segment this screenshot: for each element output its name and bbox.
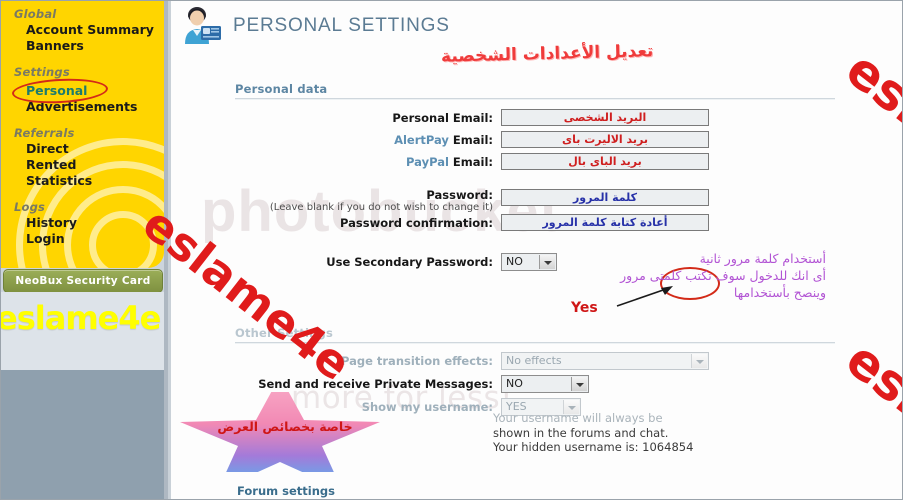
field-row-page-transition: Page transition effects: No effects xyxy=(235,352,855,370)
sidebar-group-logs: Logs History Login xyxy=(0,189,164,247)
password-confirmation-input[interactable]: أعادة كتابة كلمة المرور xyxy=(501,214,709,231)
page-transition-value: No effects xyxy=(506,354,562,367)
page-title: PERSONAL SETTINGS xyxy=(233,15,450,36)
password-hint: (Leave blank if you do not wish to chang… xyxy=(269,202,493,213)
neobux-security-card-button[interactable]: NeoBux Security Card xyxy=(3,269,163,293)
chevron-down-icon[interactable] xyxy=(691,354,707,368)
field-row-personal-email: Personal Email: البريد الشخصى xyxy=(235,109,855,126)
password-confirmation-label: Password confirmation: xyxy=(340,215,493,230)
sidebar-nav-panel: Global Account Summary Banners Settings … xyxy=(0,0,164,268)
sidebar-lower-panel xyxy=(0,292,164,370)
arabic-annotation-line-2: أى انك للدخول سوف تكتب كلمتى مرور xyxy=(620,268,826,283)
sidebar-heading-referrals: Referrals xyxy=(14,126,75,140)
private-messages-label: Send and receive Private Messages: xyxy=(258,377,493,391)
alertpay-email-label-text: Email: xyxy=(448,132,493,147)
field-row-password-confirmation: Password confirmation: أعادة كتابة كلمة … xyxy=(235,214,855,231)
star-arabic-text: خاصة بخصائص العرض xyxy=(217,419,353,434)
username-note-line-1: Your username will always be xyxy=(493,411,663,425)
sidebar: Global Account Summary Banners Settings … xyxy=(0,0,168,500)
sidebar-item-history[interactable]: History xyxy=(14,215,164,231)
password-input[interactable]: كلمة المرور xyxy=(501,189,709,206)
secondary-password-label: Use Secondary Password: xyxy=(326,255,493,269)
alertpay-email-label: AlertPay Email: xyxy=(235,133,501,147)
forum-settings-star-annotation: خاصة بخصائص العرض xyxy=(176,376,384,490)
sidebar-item-advertisements[interactable]: Advertisements xyxy=(14,99,164,115)
sidebar-item-account-summary[interactable]: Account Summary xyxy=(14,22,164,38)
personal-data-section: Personal data Personal Email: البريد الش… xyxy=(235,82,855,271)
yes-annotation: Yes xyxy=(571,300,598,316)
sidebar-heading-logs: Logs xyxy=(14,200,46,214)
main-content: photobucket more for less! PERSONAL SETT… xyxy=(171,0,903,500)
sidebar-group-global: Global Account Summary Banners xyxy=(0,0,164,54)
sidebar-heading-settings: Settings xyxy=(14,65,70,79)
alertpay-service-name: AlertPay xyxy=(394,132,449,147)
private-messages-select[interactable]: NO xyxy=(501,375,589,393)
page-transition-label: Page transition effects: xyxy=(340,354,493,368)
sidebar-item-direct[interactable]: Direct xyxy=(14,141,164,157)
arabic-page-title-annotation: تعديل الأعدادات الشخصية xyxy=(440,41,654,67)
sidebar-group-referrals: Referrals Direct Rented Statistics xyxy=(0,115,164,189)
sidebar-heading-global: Global xyxy=(14,7,57,21)
sidebar-item-rented[interactable]: Rented xyxy=(14,157,164,173)
sidebar-item-login[interactable]: Login xyxy=(14,231,164,247)
personal-email-label: Personal Email: xyxy=(392,110,493,125)
paypal-email-label: PayPal Email: xyxy=(235,155,501,169)
private-messages-value: NO xyxy=(506,377,523,390)
password-label: Password: xyxy=(426,188,493,202)
sidebar-footer-panel xyxy=(0,370,168,500)
section-divider xyxy=(235,98,835,100)
arabic-annotation-line-1: أستخدام كلمة مرور ثانية xyxy=(699,251,826,266)
sidebar-item-statistics[interactable]: Statistics xyxy=(14,173,164,189)
field-row-password: Password: (Leave blank if you do not wis… xyxy=(235,188,855,213)
field-row-private-messages: Send and receive Private Messages: NO xyxy=(235,375,855,393)
page-header: PERSONAL SETTINGS xyxy=(179,6,450,46)
paypal-email-input[interactable]: بريد الباى بال xyxy=(501,153,709,170)
personal-data-section-title: Personal data xyxy=(235,82,328,96)
sidebar-item-personal[interactable]: Personal xyxy=(14,83,87,99)
user-id-card-icon xyxy=(179,6,223,46)
other-settings-section-title: Other Settings xyxy=(235,326,334,340)
section-divider-2 xyxy=(235,342,835,344)
forum-settings-label: Forum settings xyxy=(237,484,335,498)
sidebar-group-settings: Settings Personal Advertisements xyxy=(0,54,164,115)
personal-email-input[interactable]: البريد الشخصى xyxy=(501,109,709,126)
username-note: Your username will always be shown in th… xyxy=(493,411,693,455)
secondary-password-arabic-annotation: أستخدام كلمة مرور ثانية أى انك للدخول سو… xyxy=(501,250,826,301)
sidebar-item-banners[interactable]: Banners xyxy=(14,38,164,54)
paypal-email-label-text: Email: xyxy=(448,154,493,169)
page-transition-select[interactable]: No effects xyxy=(501,352,709,370)
page-root: Global Account Summary Banners Settings … xyxy=(0,0,903,500)
alertpay-email-input[interactable]: بريد الاليرت باى xyxy=(501,131,709,148)
paypal-service-name: PayPal xyxy=(406,154,449,169)
chevron-down-icon[interactable] xyxy=(571,377,587,391)
field-row-paypal-email: PayPal Email: بريد الباى بال xyxy=(235,153,855,170)
username-note-line-2: shown in the forums and chat. xyxy=(493,425,669,440)
field-row-alertpay-email: AlertPay Email: بريد الاليرت باى xyxy=(235,131,855,148)
username-note-line-3: Your hidden username is: 1064854 xyxy=(493,440,694,454)
arabic-annotation-line-3: وينصح بأستخدامها xyxy=(733,285,826,300)
